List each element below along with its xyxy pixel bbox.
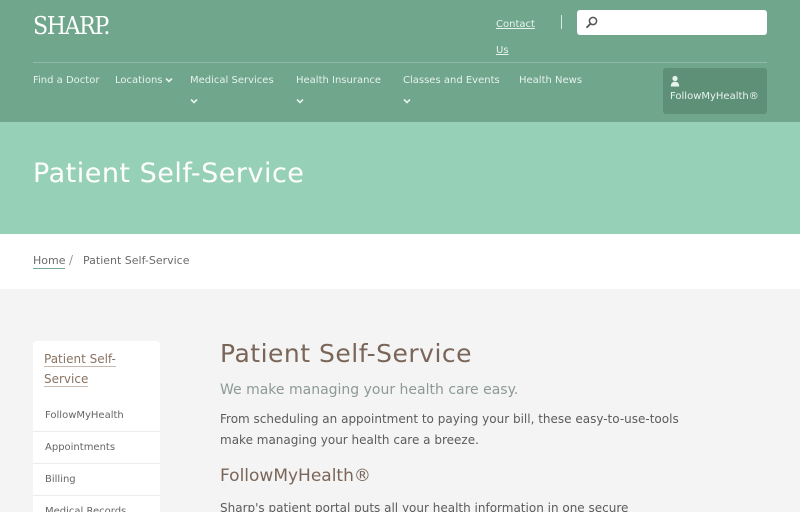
nav-find-a-doctor[interactable]: Find a Doctor <box>33 71 103 91</box>
chevron-down-icon <box>296 98 304 104</box>
breadcrumb-home-link[interactable]: Home <box>33 254 66 269</box>
header-divider <box>561 15 562 29</box>
section-heading-followmyhealth: FollowMyHealth® <box>220 466 371 486</box>
breadcrumb: Home / Patient Self-Service <box>0 234 800 289</box>
chevron-down-icon <box>164 77 173 83</box>
nav-classes-and-events[interactable]: Classes and Events <box>403 71 500 105</box>
sharp-logo[interactable]: SHARP. <box>33 12 110 40</box>
nav-label: Health Insurance <box>296 75 382 86</box>
nav-health-insurance[interactable]: Health Insurance <box>296 71 381 105</box>
sidebar-item-appointments[interactable]: Appointments <box>33 432 160 464</box>
nav-label: Find a Doctor <box>33 75 100 86</box>
sidebar-title[interactable]: Patient Self-Service <box>44 349 149 389</box>
banner-title: Patient Self-Service <box>33 158 305 189</box>
nav-locations[interactable]: Locations <box>115 71 173 91</box>
nav-label: Health News <box>519 75 583 86</box>
breadcrumb-separator: / <box>69 253 74 267</box>
sidebar-item-billing[interactable]: Billing <box>33 464 160 496</box>
site-header: SHARP. Contact Us Find a Doctor Location… <box>0 0 800 122</box>
sidebar-nav: Patient Self-Service FollowMyHealth Appo… <box>33 341 160 512</box>
followmyhealth-button[interactable]: FollowMyHealth® <box>663 68 767 114</box>
page-subtitle: We make managing your health care easy. <box>220 382 519 398</box>
header-rule <box>33 62 767 63</box>
nav-label: Medical Services <box>190 75 274 86</box>
section-paragraph: Sharp's patient portal puts all your hea… <box>220 501 629 512</box>
nav-medical-services[interactable]: Medical Services <box>190 71 274 105</box>
contact-us-link[interactable]: Contact Us <box>496 12 546 64</box>
followmyhealth-label: FollowMyHealth® <box>670 91 759 102</box>
sidebar-item-followmyhealth[interactable]: FollowMyHealth <box>33 400 160 432</box>
chevron-down-icon <box>190 98 198 104</box>
page-title: Patient Self-Service <box>220 339 473 368</box>
breadcrumb-current: Patient Self-Service <box>83 254 190 267</box>
chevron-down-icon <box>403 98 411 104</box>
search-input[interactable] <box>577 10 767 35</box>
sidebar-title-label: Patient Self-Service <box>44 352 116 387</box>
nav-label: Classes and Events <box>403 75 500 86</box>
nav-health-news[interactable]: Health News <box>519 71 582 91</box>
sidebar-item-medical-records[interactable]: Medical Records <box>33 496 160 512</box>
page-banner: Patient Self-Service <box>0 122 800 234</box>
nav-label: Locations <box>115 75 163 86</box>
user-icon <box>670 75 680 87</box>
intro-paragraph: From scheduling an appointment to paying… <box>220 412 679 447</box>
search-icon[interactable] <box>585 15 599 29</box>
